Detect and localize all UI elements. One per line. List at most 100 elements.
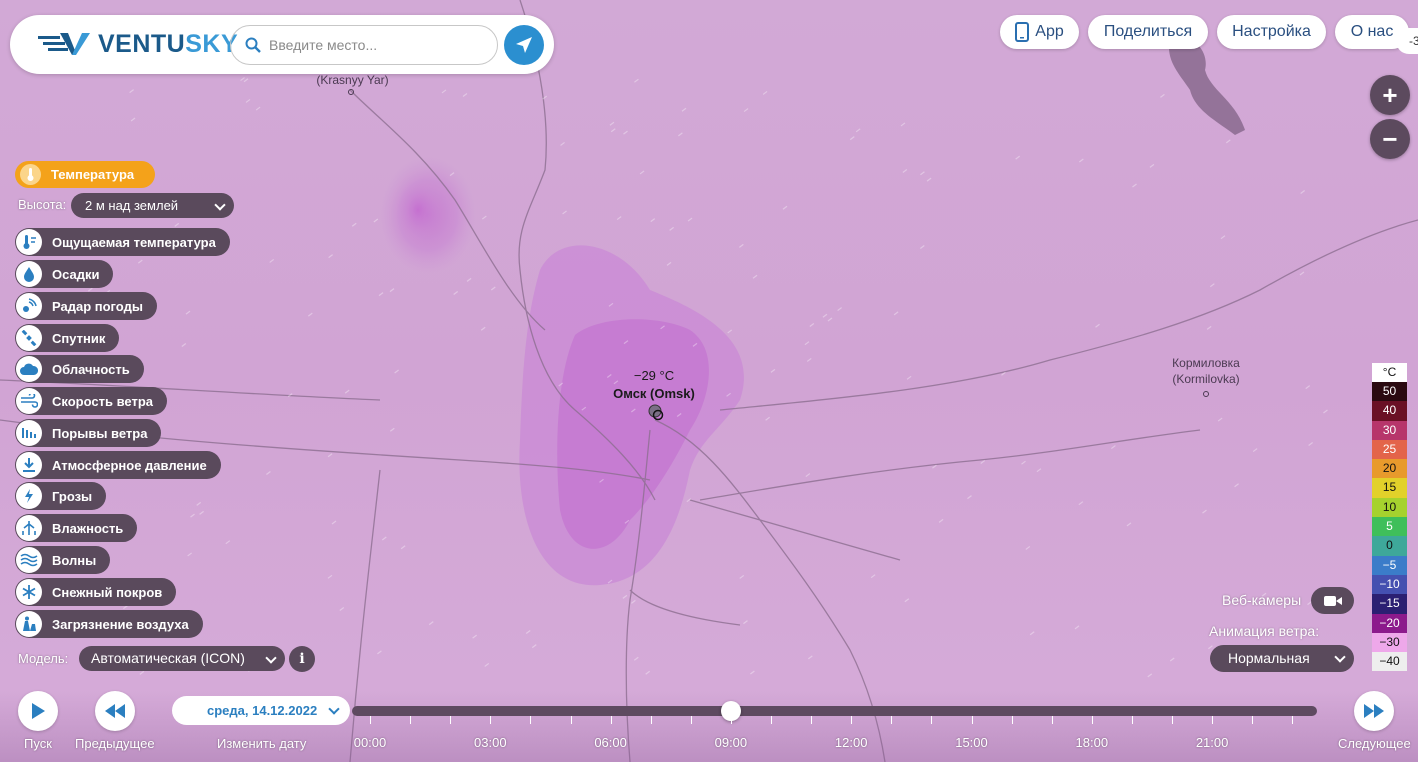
webcams-toggle-button[interactable] [1311, 587, 1354, 614]
webcams-label: Веб-камеры [1222, 592, 1302, 608]
previous-button[interactable] [95, 691, 135, 731]
layer-item-wind[interactable]: Скорость ветра [15, 387, 167, 415]
timeline-hour-label[interactable]: 21:00 [1187, 735, 1237, 750]
date-select[interactable]: среда, 14.12.2022 [172, 696, 350, 725]
feels-like-icon [16, 229, 42, 255]
layer-item-satellite[interactable]: Спутник [15, 324, 120, 352]
timeline-tick [1051, 716, 1053, 724]
app-button-label: App [1035, 23, 1064, 40]
settings-button[interactable]: Настройка [1217, 15, 1326, 49]
next-button[interactable] [1354, 691, 1394, 731]
legend-cell: −5 [1372, 555, 1407, 575]
layer-item-humidity[interactable]: Влажность [15, 514, 138, 542]
gust-icon [16, 420, 42, 446]
timeline-tick [530, 716, 532, 724]
layer-item-gust[interactable]: Порывы ветра [15, 419, 162, 447]
chevron-down-icon [328, 703, 340, 715]
temperature-legend: °C 50 40 30 25 20 15 10 5 0 −5 −10 −15 −20 −30 −40 [1372, 363, 1407, 672]
pollution-icon [16, 611, 42, 637]
model-info-button[interactable]: i [289, 646, 315, 672]
layer-item-label: Снежный покров [52, 584, 163, 600]
app-button[interactable]: App [1000, 15, 1079, 49]
legend-cell: −15 [1372, 594, 1407, 614]
locate-button[interactable] [504, 25, 544, 65]
layer-item-feels-like[interactable]: Ощущаемая температура [15, 228, 230, 256]
timeline-hour-label[interactable]: 12:00 [826, 735, 876, 750]
logo-text-ventu: VENTU [98, 29, 186, 58]
pressure-icon [16, 452, 42, 478]
omsk-city-label[interactable]: Омск (Omsk) [600, 386, 708, 401]
timeline-tick [610, 716, 612, 724]
layer-item-pollution[interactable]: Загрязнение воздуха [15, 610, 203, 638]
play-label: Пуск [24, 736, 52, 751]
play-button[interactable] [18, 691, 58, 731]
layer-item-label: Облачность [52, 361, 130, 377]
layer-item-label: Влажность [52, 520, 124, 536]
timeline-tick [851, 716, 853, 724]
change-date-label: Изменить дату [217, 736, 307, 751]
timeline-tick [490, 716, 492, 724]
rewind-icon [105, 704, 125, 718]
model-select[interactable]: Автоматическая (ICON) [79, 646, 285, 671]
layer-item-label: Волны [52, 552, 97, 568]
layer-temperature-label: Температура [51, 167, 135, 182]
legend-cell: 30 [1372, 420, 1407, 440]
place-kormilovka-en[interactable]: (Kormilovka) [1160, 371, 1252, 387]
radar-icon [16, 293, 42, 319]
timeline-tick [1131, 716, 1133, 724]
timeline-tick [771, 716, 772, 724]
place-dot-kormilovka [1203, 391, 1209, 397]
ventusky-logo[interactable]: VENTUSKY [38, 29, 238, 59]
layer-item-label: Спутник [52, 330, 106, 346]
layer-item-precipitation[interactable]: Осадки [15, 260, 114, 288]
zoom-out-button[interactable]: − [1370, 119, 1410, 159]
layer-item-cloud[interactable]: Облачность [15, 355, 144, 383]
edge-tab[interactable]: -3 [1396, 28, 1418, 54]
height-select[interactable]: 2 м над землей [71, 193, 234, 218]
timeline-hour-label[interactable]: 18:00 [1067, 735, 1117, 750]
layer-item-label: Порывы ветра [52, 425, 148, 441]
legend-cell: 5 [1372, 517, 1407, 537]
search-icon [245, 37, 261, 53]
fast-forward-icon [1364, 704, 1384, 718]
timeline-hour-label[interactable]: 00:00 [345, 735, 395, 750]
layer-temperature-active[interactable]: Температура [15, 161, 155, 188]
legend-cell: 50 [1372, 382, 1407, 402]
timeline-tick [1172, 716, 1173, 724]
place-kormilovka-ru[interactable]: Кормиловка [1160, 355, 1252, 371]
layer-item-label: Радар погоды [52, 298, 143, 314]
chevron-down-icon [1334, 651, 1346, 663]
legend-cell: −30 [1372, 632, 1407, 653]
timeline-tick [450, 716, 452, 724]
timeline-track[interactable] [352, 706, 1317, 716]
timeline-tick [1252, 716, 1254, 724]
timeline-tick [730, 716, 732, 724]
legend-cell: 20 [1372, 459, 1407, 479]
layer-item-thunder[interactable]: Грозы [15, 482, 107, 510]
layer-item-pressure[interactable]: Атмосферное давление [15, 451, 221, 479]
search-box[interactable] [230, 25, 498, 65]
timeline-tick [1091, 716, 1093, 724]
share-button[interactable]: Поделиться [1088, 15, 1208, 49]
layer-item-waves[interactable]: Волны [15, 546, 111, 574]
search-card: VENTUSKY [10, 15, 554, 74]
layer-item-label: Загрязнение воздуха [52, 616, 189, 632]
legend-unit: °C [1372, 363, 1407, 382]
timeline-hour-label[interactable]: 15:00 [947, 735, 997, 750]
navigation-arrow-icon [516, 37, 532, 53]
omsk-temperature[interactable]: −29 °C [610, 368, 698, 383]
search-input[interactable] [269, 37, 479, 53]
timeline-tick [1011, 716, 1013, 724]
humidity-icon [16, 515, 42, 541]
wind-animation-select[interactable]: Нормальная [1210, 645, 1354, 672]
timeline-hour-label[interactable]: 09:00 [706, 735, 756, 750]
zoom-in-button[interactable]: + [1370, 75, 1410, 115]
layer-item-snow[interactable]: Снежный покров [15, 578, 177, 606]
timeline-tick [931, 716, 933, 724]
place-dot-krasnyy-yar [348, 89, 354, 95]
previous-label: Предыдущее [75, 736, 155, 751]
place-krasnyy-yar[interactable]: (Krasnyy Yar) [305, 72, 400, 88]
timeline-hour-label[interactable]: 03:00 [465, 735, 515, 750]
timeline-hour-label[interactable]: 06:00 [586, 735, 636, 750]
layer-item-radar[interactable]: Радар погоды [15, 292, 157, 320]
